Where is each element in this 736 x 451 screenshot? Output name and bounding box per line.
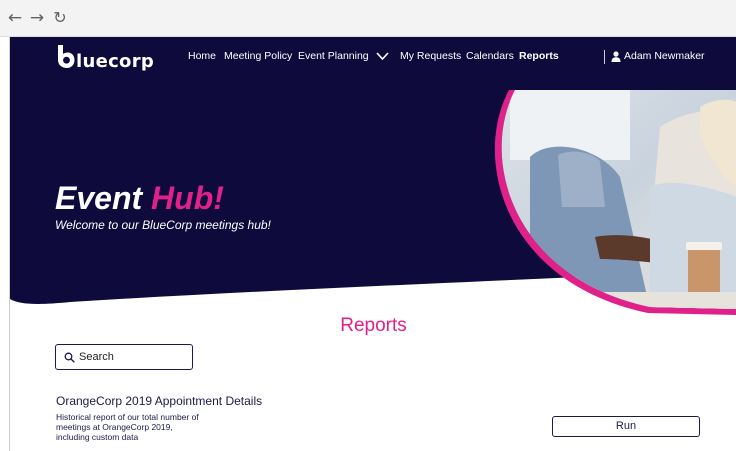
hero-title: Event Hub! (55, 180, 224, 217)
search-placeholder: Search (79, 351, 114, 363)
hero-subtitle: Welcome to our BlueCorp meetings hub! (55, 218, 271, 232)
nav-divider (604, 50, 605, 64)
user-icon (611, 51, 621, 62)
reload-icon[interactable]: ↻ (51, 8, 69, 28)
hero-banner: luecorp Home Meeting Policy Event Planni… (10, 37, 736, 317)
report-title: OrangeCorp 2019 Appointment Details (56, 394, 263, 408)
report-description-line: including custom data (56, 432, 139, 442)
hero-title-part1: Event (55, 180, 143, 216)
hero-background (10, 37, 736, 315)
user-name[interactable]: Adam Newmaker (624, 50, 705, 62)
run-button[interactable]: Run (552, 416, 700, 437)
nav-meeting-policy[interactable]: Meeting Policy (224, 50, 292, 62)
logo-b-icon (58, 45, 75, 68)
arrow-right-icon[interactable]: → (28, 8, 46, 28)
arrow-left-icon[interactable]: ← (6, 8, 24, 28)
nav-my-requests[interactable]: My Requests (400, 50, 461, 62)
search-input[interactable]: Search (55, 344, 193, 370)
report-description: Historical report of our total number of… (56, 412, 226, 442)
report-description-line: Historical report of our total number of (56, 412, 199, 422)
page-title: Reports (340, 315, 407, 336)
nav-calendars[interactable]: Calendars (466, 50, 514, 62)
browser-toolbar: ← → ↻ (0, 0, 736, 37)
logo-text: luecorp (76, 51, 155, 72)
page-viewport: luecorp Home Meeting Policy Event Planni… (9, 37, 736, 451)
nav-reports[interactable]: Reports (519, 50, 559, 62)
nav-event-planning[interactable]: Event Planning (298, 50, 369, 62)
search-icon (64, 352, 75, 363)
chevron-down-icon[interactable] (376, 51, 389, 61)
report-description-line: meetings at OrangeCorp 2019, (56, 422, 173, 432)
hero-title-part2: Hub! (151, 180, 224, 216)
nav-home[interactable]: Home (188, 50, 216, 62)
